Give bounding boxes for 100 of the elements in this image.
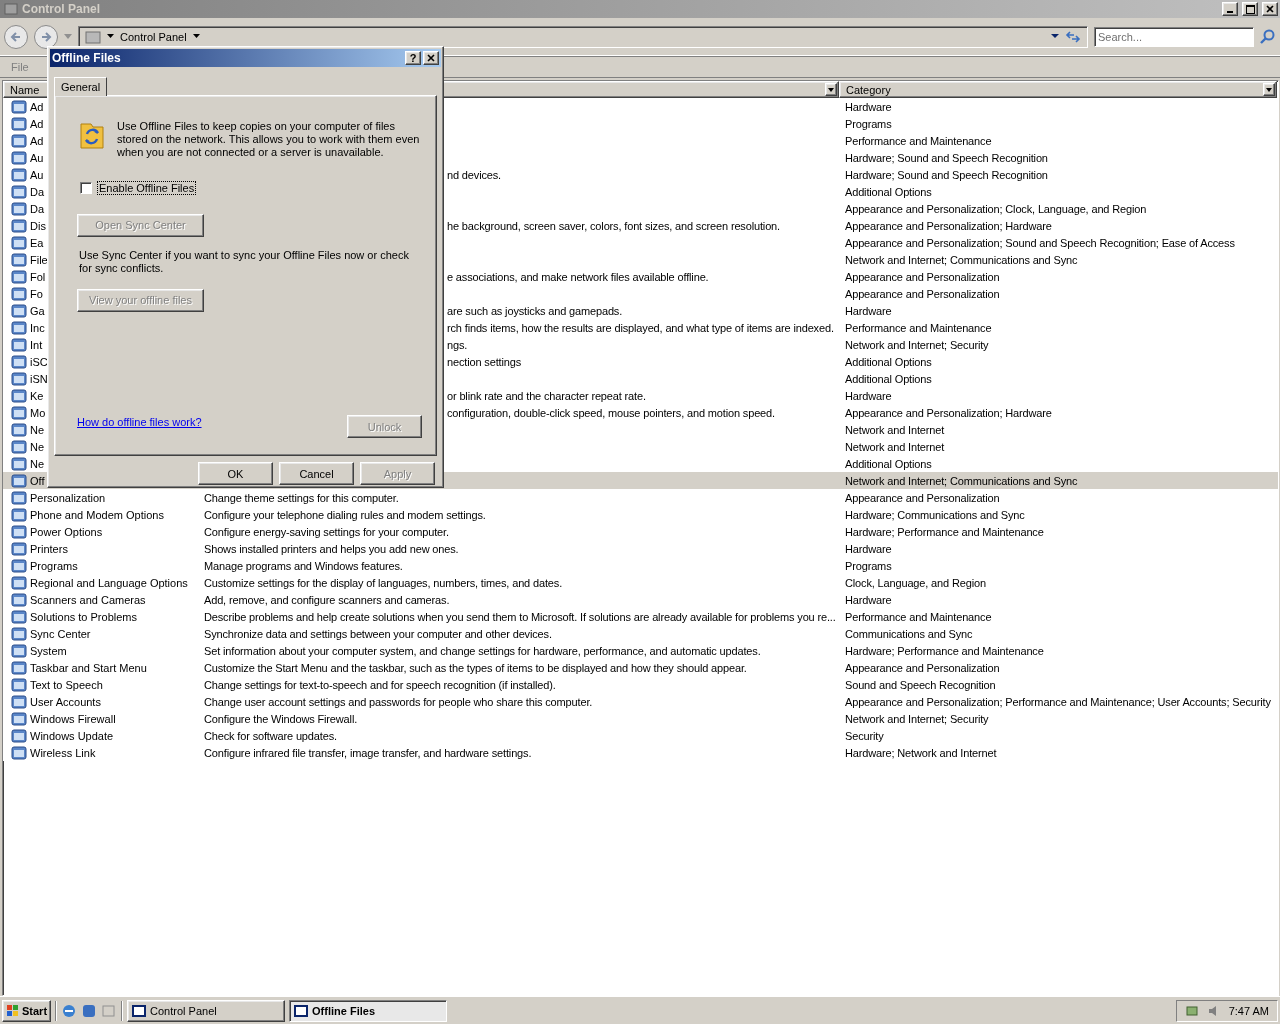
item-name: Da [30,185,45,198]
item-category: Appearance and Personalization [845,270,1000,283]
item-name: Ne [30,457,45,470]
item-category: Performance and Maintenance [845,610,992,623]
item-category: Hardware [845,389,892,402]
start-button[interactable]: Start [2,999,52,1022]
item-name: Ne [30,423,45,436]
item-name: Sync Center [30,627,91,640]
app-icon [11,455,27,472]
address-field[interactable]: Control Panel [78,25,1088,48]
checkbox[interactable] [80,181,92,194]
item-category: Clock, Language, and Region [845,576,986,589]
checkbox-label[interactable]: Enable Offline Files [98,181,196,194]
dialog-button[interactable]: OK [198,462,273,485]
enable-checkbox[interactable]: Enable Offline Files [80,181,422,194]
caret-icon[interactable] [1266,87,1272,92]
item-category: Hardware [845,542,892,555]
item-name: Ea [30,236,44,249]
item-category: Network and Internet; Security [845,338,989,351]
app-icon [11,710,27,727]
item-category: Performance and Maintenance [845,134,992,147]
close-button[interactable] [423,50,439,65]
item-name: Fol [30,270,46,283]
app-icon [11,489,27,506]
item-name: Ke [30,389,44,402]
item-category: Communications and Sync [845,627,973,640]
app-icon [11,200,27,217]
item-name: Text to Speech [30,678,103,691]
item-description: Shows installed printers and helps you add new ones. [204,542,459,555]
item-description: Configure infrared file transfer, image transfer, and hardware settings. [204,746,532,759]
app-icon [11,574,27,591]
item-name: Ne [30,440,45,453]
item-category: Network and Internet [845,423,945,436]
item-description: configuration, double-click speed, mouse pointers, and motion speed. [447,406,775,419]
dialog-button[interactable]: Cancel [279,462,354,485]
item-category: Appearance and Personalization; Hardware [845,406,1052,419]
item-category: Appearance and Personalization [845,491,1000,504]
help-button[interactable]: ? [405,50,421,65]
app-icon [11,744,27,761]
item-description: Check for software updates. [204,729,337,742]
item-category: Appearance and Personalization; Hardware [845,219,1052,232]
app-icon [11,370,27,387]
back-button[interactable] [4,24,28,49]
item-category: Appearance and Personalization; Sound and Speech Recognition; Ease of Access [845,236,1235,249]
item-category: Programs [845,559,892,572]
window-icon [294,1003,309,1018]
forward-button[interactable] [34,24,58,49]
dialog-title: Offline Files [52,50,122,65]
item-name: Windows Update [30,729,114,742]
minimize-button[interactable] [1222,2,1238,16]
item-category: Hardware; Performance and Maintenance [845,644,1044,657]
caret-icon[interactable] [192,34,200,39]
app-icon [11,115,27,132]
app-icon[interactable] [81,1002,98,1019]
column-header[interactable]: Category [839,81,1277,98]
item-description: or blink rate and the character repeat rate. [447,389,646,402]
app-icon [11,438,27,455]
item-description: rch finds items, how the results are displayed, and what type of items are indexed. [447,321,834,334]
item-category: Network and Internet; Security [845,712,989,725]
item-name: Int [30,338,43,351]
item-name: Scanners and Cameras [30,593,146,606]
address-path[interactable]: Control Panel [120,30,187,43]
app-icon [11,421,27,438]
search-field[interactable]: Search... [1094,26,1254,47]
caret-icon[interactable] [107,34,114,39]
item-name: Power Options [30,525,103,538]
search-icon[interactable] [1260,28,1276,45]
taskbar-button[interactable]: Offline Files [289,999,448,1022]
item-name: Au [30,151,44,164]
item-description: Change settings for text-to-speech and for speech recognition (if installed). [204,678,556,691]
item-name: Dis [30,219,46,232]
app-icon [11,659,27,676]
item-category: Hardware; Sound and Speech Recognition [845,151,1048,164]
app-icon [11,591,27,608]
maximize-button[interactable] [1242,2,1258,16]
refresh-icon[interactable] [1065,29,1081,44]
item-name: Phone and Modem Options [30,508,164,521]
caret-icon[interactable] [1051,34,1059,39]
app-icon [11,387,27,404]
item-name: Ad [30,117,44,130]
item-category: Additional Options [845,372,932,385]
app-icon [11,251,27,268]
item-category: Hardware; Sound and Speech Recognition [845,168,1048,181]
caret-icon[interactable] [828,87,834,92]
app-icon [11,540,27,557]
item-name: Ad [30,100,44,113]
item-description: nection settings [447,355,522,368]
item-description: Configure the Windows Firewall. [204,712,358,725]
item-name: Wireless Link [30,746,96,759]
item-description: Describe problems and help create solutions when you send them to Microsoft. If solutions are already available for problems you re... [204,610,836,623]
window-icon [4,2,18,16]
taskbar-button[interactable]: Control Panel [127,999,286,1022]
item-category: Performance and Maintenance [845,321,992,334]
close-button[interactable] [1262,2,1278,16]
tab[interactable]: General [54,76,108,96]
item-name: Ad [30,134,44,147]
app-icon [11,166,27,183]
app-icon [11,319,27,336]
item-name: Programs [30,559,78,572]
app-icon [11,217,27,234]
